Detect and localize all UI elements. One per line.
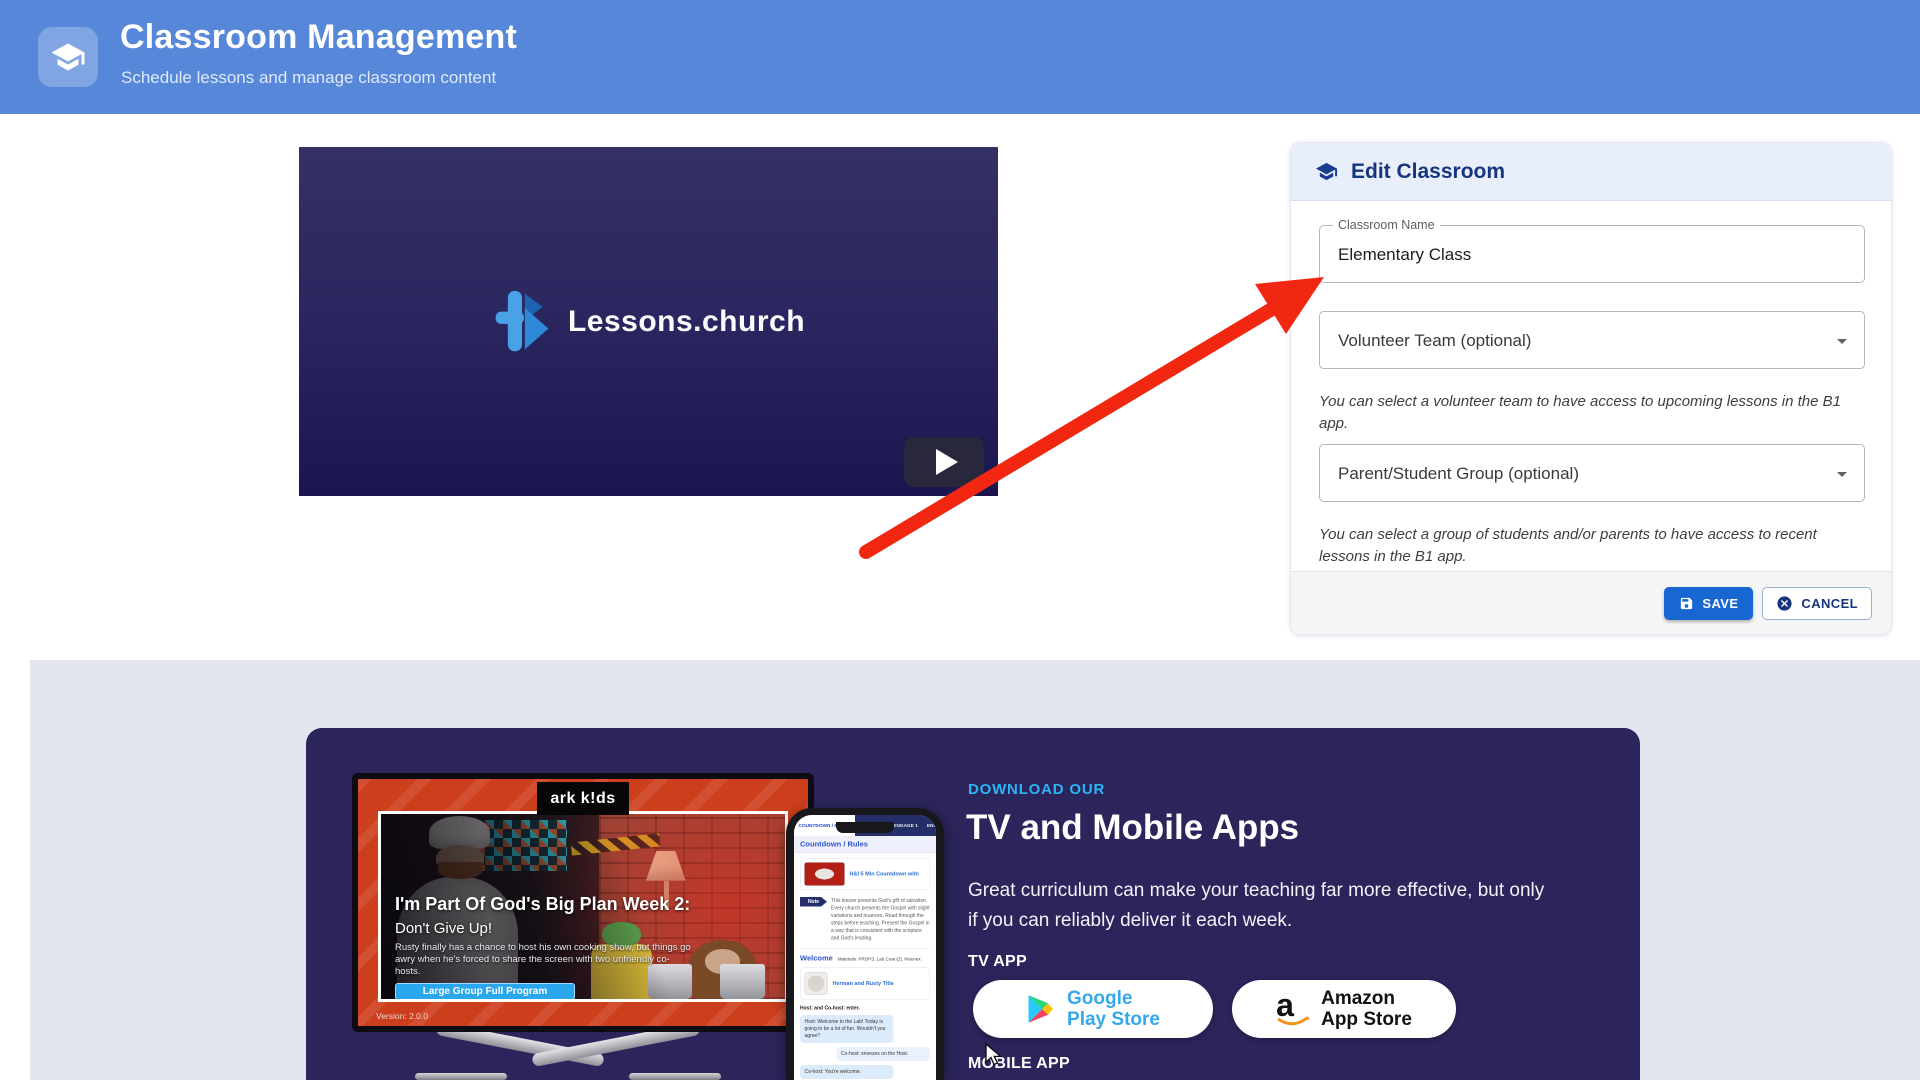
volunteer-team-select[interactable]: Volunteer Team (optional) [1319, 311, 1865, 369]
chevron-down-icon [1830, 329, 1854, 353]
amazon-app-store-button[interactable]: a Amazon App Store [1232, 980, 1456, 1038]
tv-screen: I'm Part Of God's Big Plan Week 2: Don't… [358, 779, 808, 1026]
classroom-name-value: Elementary Class [1338, 226, 1471, 283]
chat-bubble: Co-host: sneezes on the Host. [836, 1047, 930, 1061]
save-button[interactable]: SAVE [1664, 587, 1753, 620]
store-name: Amazon [1321, 988, 1412, 1009]
tv-show-photo: I'm Part Of God's Big Plan Week 2: Don't… [378, 811, 788, 1002]
video-thumbnail [805, 972, 828, 995]
lesson-note: Note This lesson presents God's gift of … [800, 897, 930, 942]
stage-direction: Host: and Co-host: enter. [800, 1006, 930, 1012]
cancel-label: CANCEL [1801, 596, 1858, 611]
save-icon [1679, 596, 1694, 611]
countdown-video-card[interactable]: H&I 5 Min Countdown with [800, 858, 930, 890]
tv-mockup: I'm Part Of God's Big Plan Week 2: Don't… [352, 773, 814, 1032]
welcome-heading: Welcome [800, 954, 833, 963]
cancel-button[interactable]: CANCEL [1762, 587, 1872, 620]
amazon-icon: a [1276, 990, 1310, 1028]
phone-screen: COUNTDOWN / RULES WELCOME ENGAGE 1 ENGAG… [794, 815, 936, 1080]
google-play-store-button[interactable]: Google Play Store [973, 980, 1213, 1038]
edit-classroom-header: Edit Classroom [1291, 143, 1891, 201]
phone-mockup: COUNTDOWN / RULES WELCOME ENGAGE 1 ENGAG… [786, 808, 944, 1080]
parent-group-helper: You can select a group of students and/o… [1319, 524, 1871, 568]
note-badge: Note [800, 897, 827, 907]
panel-footer: SAVE CANCEL [1291, 571, 1891, 634]
chat-bubble: Co-host: You're welcome. [800, 1065, 894, 1079]
materials-text: Materials: PROPS: Lab Coat (2), Kleenex [838, 957, 921, 962]
classroom-name-field[interactable]: Classroom Name Elementary Class [1319, 225, 1865, 283]
title-video-link[interactable]: Herman and Rusty Title [833, 981, 894, 987]
chat-bubble: Host: Welcome to the Lab! Today is going… [800, 1015, 894, 1043]
page: Classroom Management Schedule lessons an… [0, 0, 1920, 1080]
play-button[interactable] [904, 437, 984, 487]
phone-tab-engage2[interactable]: ENGAGE 2 [922, 815, 936, 836]
phone-section-header: Countdown / Rules [794, 836, 936, 853]
app-header: Classroom Management Schedule lessons an… [0, 0, 1920, 114]
tv-episode-info: I'm Part Of God's Big Plan Week 2: Don't… [395, 894, 725, 1002]
panel-title: Edit Classroom [1351, 160, 1505, 184]
divider [800, 949, 930, 950]
parent-group-value: Parent/Student Group (optional) [1338, 445, 1579, 502]
tv-stand [441, 1032, 695, 1080]
graduation-cap-icon [1315, 160, 1338, 183]
ark-kids-logo: ark k!ds [537, 782, 629, 815]
lessons-church-logo: Lessons.church [299, 147, 998, 496]
page-subtitle: Schedule lessons and manage classroom co… [121, 68, 496, 88]
episode-title: I'm Part Of God's Big Plan Week 2: [395, 894, 725, 915]
page-title: Classroom Management [120, 18, 517, 57]
tv-button-full-program[interactable]: Large Group Full Program [395, 983, 575, 1000]
volunteer-team-value: Volunteer Team (optional) [1338, 312, 1531, 369]
store-name: Google [1067, 988, 1160, 1009]
promo-title: TV and Mobile Apps [966, 808, 1299, 848]
episode-subtitle: Don't Give Up! [395, 920, 725, 937]
video-player[interactable]: Lessons.church [299, 147, 998, 496]
tv-stand-foot [415, 1073, 507, 1080]
video-thumbnail [805, 863, 845, 886]
video-brand-text: Lessons.church [568, 305, 805, 339]
classroom-icon-tile [38, 27, 98, 87]
tv-stand-foot [629, 1073, 721, 1080]
episode-description: Rusty finally has a chance to host his o… [395, 942, 695, 978]
store-type: Play Store [1067, 1009, 1160, 1030]
edit-classroom-panel: Edit Classroom Classroom Name Elementary… [1290, 142, 1892, 635]
mouse-cursor [984, 1043, 1006, 1067]
note-text: This lesson presents God's gift of salva… [831, 897, 930, 942]
phone-notch [836, 822, 894, 833]
title-video-card[interactable]: Herman and Rusty Title [800, 968, 930, 1000]
welcome-row: Welcome Materials: PROPS: Lab Coat (2), … [800, 954, 930, 963]
google-play-icon [1026, 994, 1056, 1024]
play-icon [936, 449, 958, 475]
tv-app-label: TV APP [968, 953, 1027, 971]
parent-group-select[interactable]: Parent/Student Group (optional) [1319, 444, 1865, 502]
save-label: SAVE [1702, 596, 1738, 611]
promo-description: Great curriculum can make your teaching … [968, 876, 1558, 936]
cancel-icon [1776, 595, 1793, 612]
tv-version-text: Version: 2.0.0 [376, 1011, 428, 1021]
lessons-church-logo-icon [492, 289, 552, 355]
volunteer-team-helper: You can select a volunteer team to have … [1319, 391, 1871, 435]
countdown-video-link[interactable]: H&I 5 Min Countdown with [850, 871, 919, 877]
graduation-cap-icon [50, 39, 86, 75]
store-type: App Store [1321, 1009, 1412, 1030]
chevron-down-icon [1830, 462, 1854, 486]
promo-eyebrow: DOWNLOAD OUR [968, 781, 1105, 798]
